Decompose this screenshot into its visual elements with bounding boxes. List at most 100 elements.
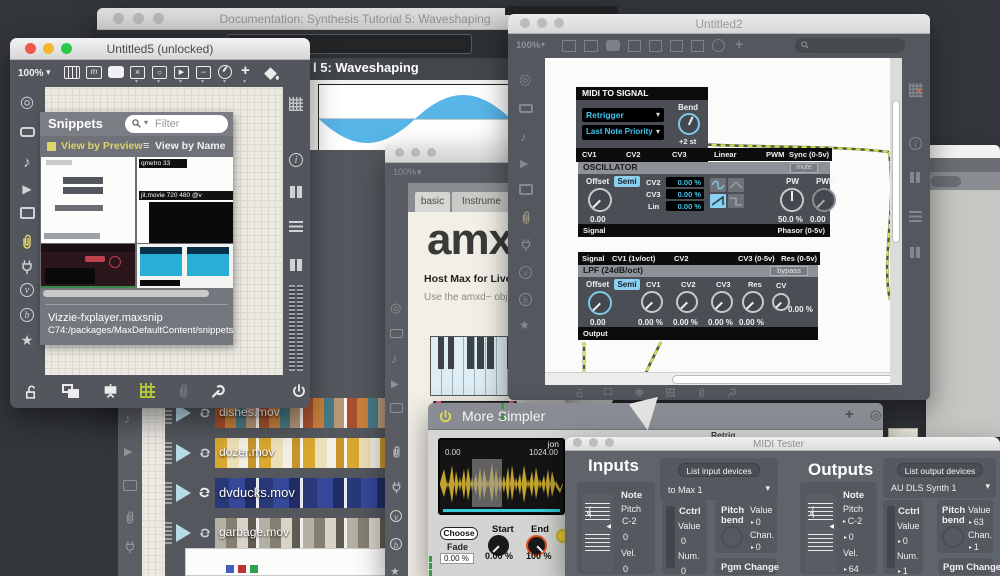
close-button[interactable]: [395, 148, 404, 157]
list-icon[interactable]: [289, 219, 303, 232]
drag-handle[interactable]: [165, 522, 172, 544]
play-icon[interactable]: ▶: [124, 446, 132, 458]
semi-button[interactable]: Semi: [614, 176, 640, 187]
comment-tool-icon[interactable]: [606, 40, 620, 51]
columns-icon[interactable]: [910, 247, 914, 258]
tab-view-by-preview[interactable]: View by Preview: [61, 141, 143, 153]
cv2-numbox[interactable]: 0.00 %: [666, 177, 704, 187]
osc-offset-knob[interactable]: [588, 188, 612, 212]
lin-numbox[interactable]: 0.00 %: [666, 201, 704, 211]
plug-icon[interactable]: [19, 259, 35, 275]
plug-icon[interactable]: [390, 481, 403, 494]
cv3-numbox[interactable]: 0.00 %: [666, 189, 704, 199]
lpf-cv1-knob[interactable]: [641, 291, 663, 313]
vizzie-icon[interactable]: v: [390, 510, 402, 522]
black-key[interactable]: [467, 337, 474, 369]
lpf-cv2-knob[interactable]: [676, 291, 698, 313]
target-icon[interactable]: ◎: [870, 408, 881, 422]
beap-icon[interactable]: b: [20, 308, 34, 322]
chan-number[interactable]: 1: [969, 542, 979, 552]
note-icon[interactable]: ♪: [520, 130, 527, 144]
play-icon[interactable]: ▶: [391, 379, 399, 390]
u2-vscroll-thumb[interactable]: [892, 100, 900, 243]
velocity-value[interactable]: 0: [623, 564, 628, 574]
columns-icon[interactable]: [290, 259, 295, 271]
object-tool-icon[interactable]: [584, 40, 598, 52]
note-icon[interactable]: ♪: [124, 412, 131, 426]
presentation-icon[interactable]: [102, 382, 119, 399]
message-tool-icon[interactable]: ×: [130, 66, 145, 79]
vizzie-icon[interactable]: v: [519, 266, 532, 279]
grid-toggle-icon[interactable]: [140, 383, 155, 398]
target-icon[interactable]: ◎: [519, 72, 531, 87]
add-object-icon[interactable]: +: [735, 37, 743, 52]
simpler-waveform-box[interactable]: jon 0.00 1024.00: [438, 438, 565, 515]
pb-value-number[interactable]: 63: [969, 517, 984, 527]
pitchbend-knob[interactable]: [721, 526, 743, 548]
black-key[interactable]: [438, 337, 445, 369]
image-icon[interactable]: [20, 207, 35, 219]
snippets-filter-field[interactable]: ▾ Filter: [125, 115, 228, 133]
paperclip-icon[interactable]: [390, 445, 403, 458]
zoom-button[interactable]: [427, 148, 436, 157]
filmstrip[interactable]: dozer.mov: [215, 438, 388, 468]
snippet-thumb[interactable]: qmetro 33 jit.movie 720 480 @v: [137, 157, 233, 243]
black-key[interactable]: [477, 337, 484, 369]
panel-tool-icon[interactable]: [64, 66, 80, 79]
loop-icon[interactable]: [197, 445, 213, 461]
list-input-devices-button[interactable]: List input devices: [678, 463, 760, 477]
pitch-value[interactable]: C-2: [622, 516, 637, 526]
toolbox-icon[interactable]: [390, 329, 403, 338]
star-icon[interactable]: ★: [519, 319, 530, 332]
lpf-res-knob[interactable]: [742, 291, 764, 313]
dial-tool-icon[interactable]: [218, 65, 232, 79]
snippet-thumb[interactable]: [137, 244, 233, 288]
snippet-thumb[interactable]: [41, 157, 135, 243]
lpf-cv3-knob[interactable]: [711, 291, 733, 313]
info-icon[interactable]: i: [289, 153, 303, 167]
toggle-tool-icon[interactable]: [670, 40, 683, 52]
output-device-value[interactable]: AU DLS Synth 1: [891, 483, 957, 493]
choose-button[interactable]: Choose: [440, 527, 478, 540]
chevron-down-icon[interactable]: ▾: [541, 41, 545, 50]
loop-icon[interactable]: [196, 484, 213, 501]
paperclip-icon[interactable]: [19, 233, 35, 249]
list-icon[interactable]: [909, 210, 922, 222]
button-tool-icon[interactable]: ○: [152, 66, 167, 79]
semi-button[interactable]: Semi: [614, 279, 640, 290]
num-number[interactable]: 0: [681, 566, 686, 576]
chevron-down-icon[interactable]: ▾: [765, 484, 770, 494]
pitchbend-knob[interactable]: [942, 526, 964, 548]
grid-toggle-icon[interactable]: [666, 388, 675, 397]
u2-titlebar[interactable]: Untitled2: [508, 14, 930, 34]
fade-numbox[interactable]: 0.00 %: [440, 553, 474, 564]
image-icon[interactable]: [519, 184, 533, 195]
drag-handle[interactable]: [165, 442, 172, 464]
num-number[interactable]: 1: [898, 566, 908, 576]
midi-titlebar[interactable]: MIDI Tester: [565, 437, 1000, 451]
note-icon[interactable]: ♪: [10, 155, 44, 170]
bg-right-titlebar[interactable]: [926, 145, 1000, 158]
paperclip-add-icon[interactable]: [696, 387, 707, 398]
unlock-icon[interactable]: [22, 383, 39, 400]
button-tool-icon[interactable]: [649, 40, 662, 52]
object-tool-icon[interactable]: m: [86, 66, 102, 79]
grid-browser-icon[interactable]: [909, 83, 923, 97]
grid-browser-icon[interactable]: [289, 97, 303, 111]
zoom-level[interactable]: 100%: [516, 41, 540, 51]
value-number[interactable]: 0: [898, 536, 908, 546]
minimize-button[interactable]: [411, 148, 420, 157]
filmstrip[interactable]: dvducks.mov: [215, 478, 388, 508]
chevron-down-icon[interactable]: ▾: [144, 119, 148, 128]
cctrl-slider[interactable]: [666, 506, 675, 568]
snippets-hscrollbar[interactable]: [43, 290, 209, 297]
toggle-tool-icon[interactable]: ▶: [174, 66, 189, 79]
retrigger-dropdown[interactable]: Retrigger ▾: [582, 108, 664, 122]
note-priority-dropdown[interactable]: Last Note Priority ▾: [582, 125, 664, 140]
chevron-down-icon[interactable]: ▾: [417, 168, 422, 178]
tab-view-by-name[interactable]: View by Name: [155, 141, 225, 153]
star-icon[interactable]: ★: [10, 333, 44, 347]
list-output-devices-button[interactable]: List output devices: [897, 463, 983, 477]
pitch-value[interactable]: C-2: [843, 516, 862, 526]
u5-titlebar[interactable]: Untitled5 (unlocked): [10, 38, 310, 60]
